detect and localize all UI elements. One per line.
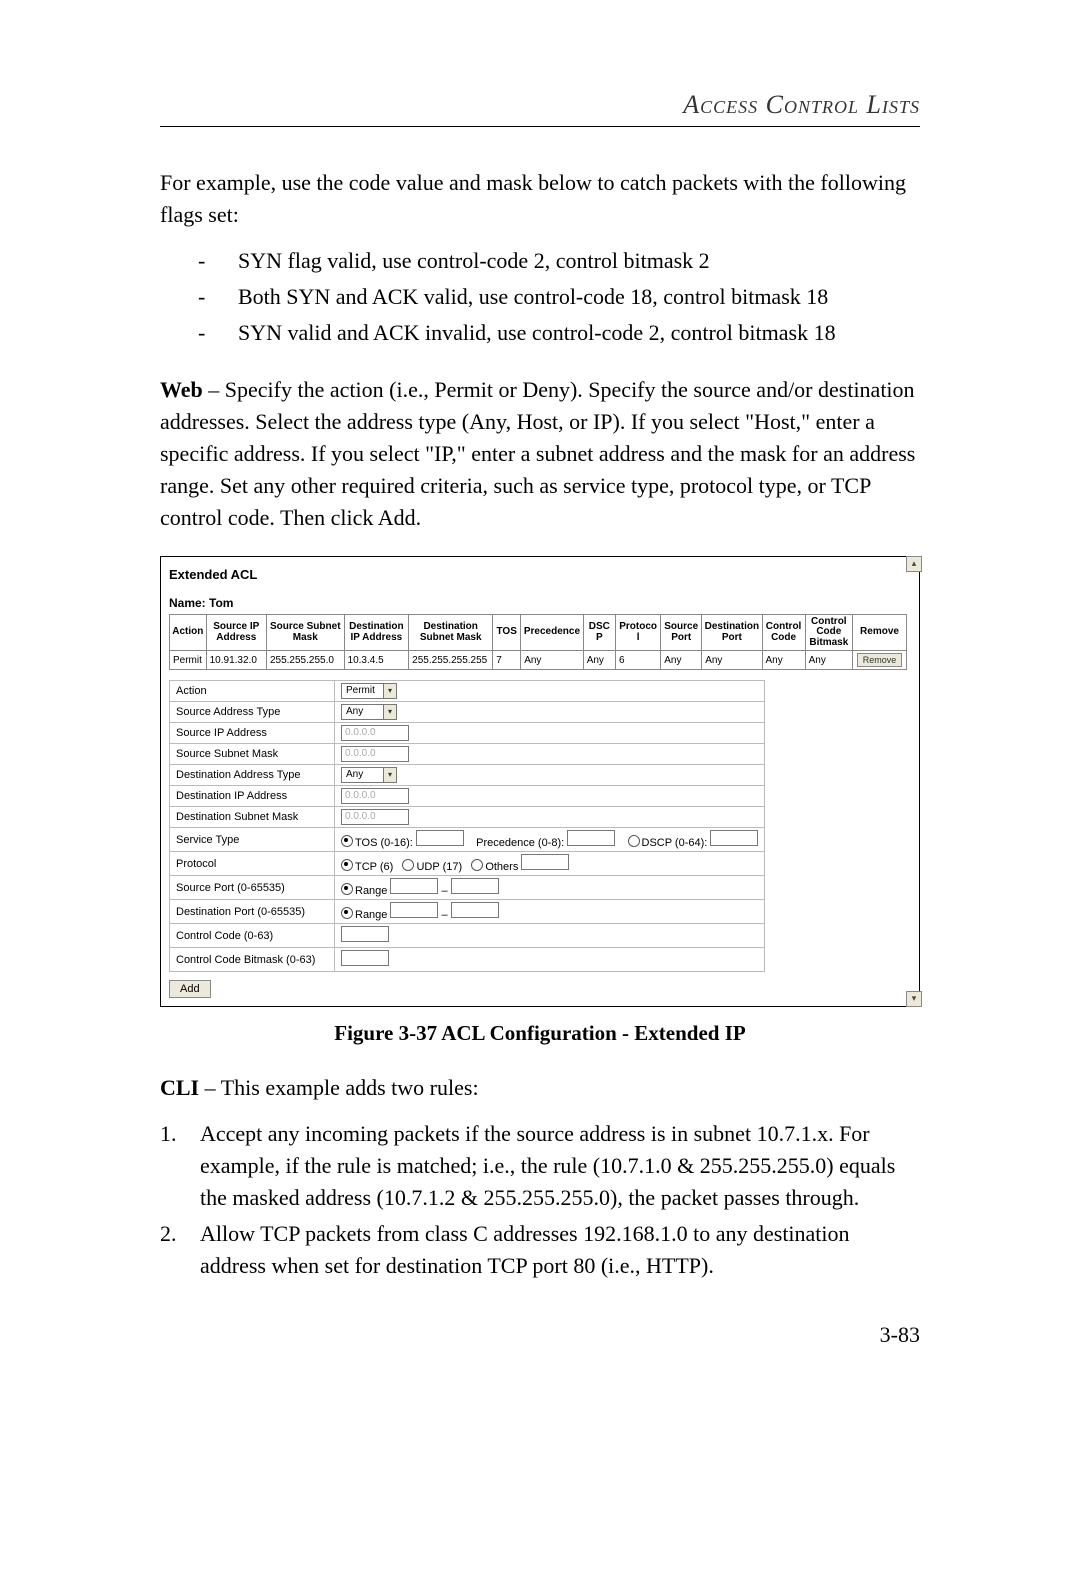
rules-table: ActionSource IP Address Source Subnet Ma… <box>169 614 907 671</box>
sport-to-input[interactable] <box>451 878 499 894</box>
list-item: SYN flag valid, use control-code 2, cont… <box>160 245 920 277</box>
dscp-radio[interactable] <box>628 835 640 847</box>
figure-extended-acl: ▴ ▾ Extended ACL Name: Tom ActionSource … <box>160 556 920 1008</box>
add-button[interactable]: Add <box>169 980 211 998</box>
src-type-select[interactable]: Any <box>341 704 397 720</box>
dst-ip-input[interactable]: 0.0.0.0 <box>341 788 409 804</box>
sport-range-radio[interactable] <box>341 883 353 895</box>
web-label: Web <box>160 377 203 402</box>
sport-from-input[interactable] <box>390 878 438 894</box>
dscp-input[interactable] <box>710 830 758 846</box>
figure-caption: Figure 3-37 ACL Configuration - Extended… <box>160 1021 920 1046</box>
src-ip-input[interactable]: 0.0.0.0 <box>341 725 409 741</box>
others-radio[interactable] <box>471 859 483 871</box>
ccode-input[interactable] <box>341 926 389 942</box>
action-select[interactable]: Permit <box>341 683 397 699</box>
intro-text: For example, use the code value and mask… <box>160 167 920 231</box>
dport-to-input[interactable] <box>451 902 499 918</box>
web-text: – Specify the action (i.e., Permit or De… <box>160 377 915 530</box>
tcp-radio[interactable] <box>341 859 353 871</box>
header-rule <box>160 126 920 127</box>
remove-button[interactable]: Remove <box>857 653 903 667</box>
figure-title: Extended ACL <box>169 567 907 582</box>
list-item: SYN valid and ACK invalid, use control-c… <box>160 317 920 349</box>
dst-mask-input[interactable]: 0.0.0.0 <box>341 809 409 825</box>
dport-range-radio[interactable] <box>341 907 353 919</box>
acl-name-row: Name: Tom <box>169 596 907 610</box>
web-paragraph: Web – Specify the action (i.e., Permit o… <box>160 374 920 533</box>
proto-input[interactable] <box>521 854 569 870</box>
scroll-up-icon[interactable]: ▴ <box>906 556 922 572</box>
list-item: Accept any incoming packets if the sourc… <box>160 1118 920 1214</box>
cmask-input[interactable] <box>341 950 389 966</box>
cli-intro: CLI – This example adds two rules: <box>160 1072 920 1104</box>
table-header-row: ActionSource IP Address Source Subnet Ma… <box>170 614 907 651</box>
dst-type-select[interactable]: Any <box>341 767 397 783</box>
tos-input[interactable] <box>416 830 464 846</box>
page-header: Access Control Lists <box>160 90 920 120</box>
acl-form: Action Permit Source Address Type Any So… <box>169 680 765 972</box>
src-mask-input[interactable]: 0.0.0.0 <box>341 746 409 762</box>
list-item: Both SYN and ACK valid, use control-code… <box>160 281 920 313</box>
cli-list: Accept any incoming packets if the sourc… <box>160 1118 920 1281</box>
scrollbar[interactable]: ▴ ▾ <box>906 556 920 1008</box>
flag-list: SYN flag valid, use control-code 2, cont… <box>160 245 920 349</box>
dport-from-input[interactable] <box>390 902 438 918</box>
table-row: Permit 10.91.32.0 255.255.255.0 10.3.4.5… <box>170 651 907 670</box>
page-number: 3-83 <box>160 1322 920 1348</box>
udp-radio[interactable] <box>402 859 414 871</box>
list-item: Allow TCP packets from class C addresses… <box>160 1218 920 1282</box>
scroll-down-icon[interactable]: ▾ <box>906 991 922 1007</box>
cli-label: CLI <box>160 1075 199 1100</box>
prec-input[interactable] <box>567 830 615 846</box>
tos-radio[interactable] <box>341 835 353 847</box>
